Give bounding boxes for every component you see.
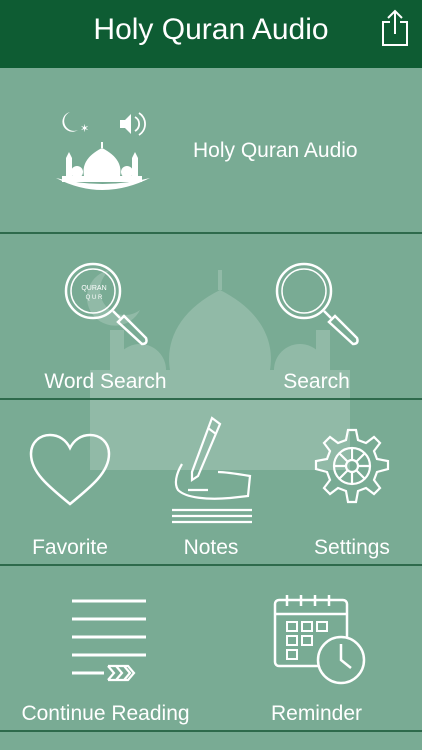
- search-icon: [275, 262, 359, 346]
- continue-reading-label: Continue Reading: [21, 702, 190, 725]
- notes-button[interactable]: Notes: [140, 400, 282, 564]
- heart-icon: [29, 433, 111, 506]
- reminder-label: Reminder: [270, 702, 363, 725]
- svg-text:✶: ✶: [80, 122, 89, 135]
- settings-button[interactable]: Settings: [282, 400, 422, 564]
- share-icon[interactable]: [380, 9, 410, 47]
- quran-lens-text-icon: QURAN Q U R: [81, 285, 106, 301]
- word-search-button[interactable]: QURAN Q U R Word Search: [0, 234, 211, 398]
- svg-text:Q U R: Q U R: [86, 295, 103, 301]
- divider: [0, 730, 422, 732]
- pen-writing-icon: [172, 416, 252, 524]
- continue-reading-button[interactable]: Continue Reading: [0, 566, 211, 730]
- calendar-clock-icon: [273, 595, 366, 685]
- settings-label: Settings: [314, 536, 390, 559]
- app-header: Holy Quran Audio: [0, 0, 422, 68]
- gear-icon: [314, 428, 390, 504]
- favorite-button[interactable]: Favorite: [0, 400, 140, 564]
- favorite-label: Favorite: [32, 536, 108, 559]
- banner-label: Holy Quran Audio: [193, 139, 358, 162]
- banner-row[interactable]: ✶ Holy Quran Audio: [0, 68, 422, 232]
- search-label: Search: [283, 370, 350, 393]
- word-search-label: Word Search: [44, 370, 167, 393]
- search-button[interactable]: Search: [211, 234, 422, 398]
- list-continue-icon: [72, 599, 146, 682]
- app-title: Holy Quran Audio: [93, 13, 329, 46]
- reminder-button[interactable]: Reminder: [211, 566, 422, 730]
- mosque-audio-icon: ✶: [56, 112, 150, 190]
- notes-label: Notes: [183, 536, 239, 559]
- svg-text:QURAN: QURAN: [81, 285, 106, 292]
